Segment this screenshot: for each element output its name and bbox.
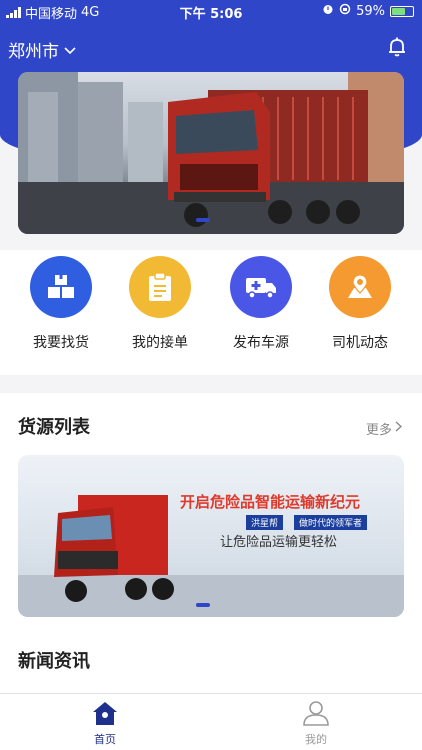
tab-profile[interactable]: 我的	[276, 700, 356, 747]
promo-tag: 做时代的领军者	[294, 515, 368, 530]
home-icon	[65, 700, 145, 729]
menu-label: 我的接单	[132, 335, 188, 351]
status-bar: 中国移动 4G 下午 5:06 59%	[0, 0, 422, 22]
tab-label: 我的	[305, 733, 327, 746]
truck-plus-icon	[230, 256, 292, 318]
bell-icon[interactable]	[386, 36, 408, 58]
menu-item-find-goods[interactable]: 我要找货	[16, 256, 106, 352]
map-pin-icon	[329, 256, 391, 318]
promo-tag: 洪星帮	[246, 515, 284, 530]
battery-percent: 59%	[356, 3, 385, 19]
menu-item-driver-updates[interactable]: 司机动态	[315, 256, 405, 352]
goods-section: 货源列表 更多 开启危险品智能运输新纪元 洪星帮 做时代的领军者 让危险品运输更…	[0, 393, 422, 693]
tab-bar: 首页 我的	[0, 693, 422, 750]
chevron-right-icon	[395, 421, 403, 436]
menu-label: 司机动态	[332, 335, 388, 351]
menu-label: 发布车源	[233, 335, 289, 351]
user-icon	[276, 700, 356, 729]
promo-headline: 开启危险品智能运输新纪元	[180, 493, 361, 511]
city-selector[interactable]: 郑州市	[8, 37, 76, 62]
banner-indicator	[196, 218, 210, 222]
more-link[interactable]: 更多	[365, 419, 403, 438]
truck-banner-image	[18, 72, 404, 234]
menu-label: 我要找货	[33, 335, 89, 351]
clipboard-icon	[129, 256, 191, 318]
chevron-down-icon	[64, 40, 76, 60]
menu-item-publish-vehicle[interactable]: 发布车源	[216, 256, 306, 352]
menu-item-my-orders[interactable]: 我的接单	[115, 256, 205, 352]
goods-section-title: 货源列表	[18, 417, 90, 438]
tab-label: 首页	[94, 733, 116, 746]
alarm-icon	[322, 3, 334, 19]
promo-subline: 让危险品运输更轻松	[220, 535, 338, 550]
promo-banner[interactable]: 开启危险品智能运输新纪元 洪星帮 做时代的领军者 让危险品运输更轻松	[18, 455, 404, 617]
news-section-title: 新闻资讯	[18, 651, 90, 672]
app-screen: 中国移动 4G 下午 5:06 59% 郑州市 我要找货 我的接单 发布车源 司…	[0, 0, 422, 750]
promo-banner-image	[18, 495, 404, 617]
city-label: 郑州市	[8, 42, 59, 62]
lock-rotation-icon	[339, 3, 351, 19]
tab-home[interactable]: 首页	[65, 700, 145, 747]
banner-indicator	[196, 603, 210, 607]
truck-banner[interactable]	[18, 72, 404, 234]
status-right: 59%	[322, 3, 414, 19]
boxes-icon	[30, 256, 92, 318]
quick-menu: 我要找货 我的接单 发布车源 司机动态	[0, 250, 422, 375]
top-bar: 郑州市	[0, 34, 422, 62]
battery-icon	[390, 5, 414, 17]
more-label: 更多	[365, 423, 392, 438]
